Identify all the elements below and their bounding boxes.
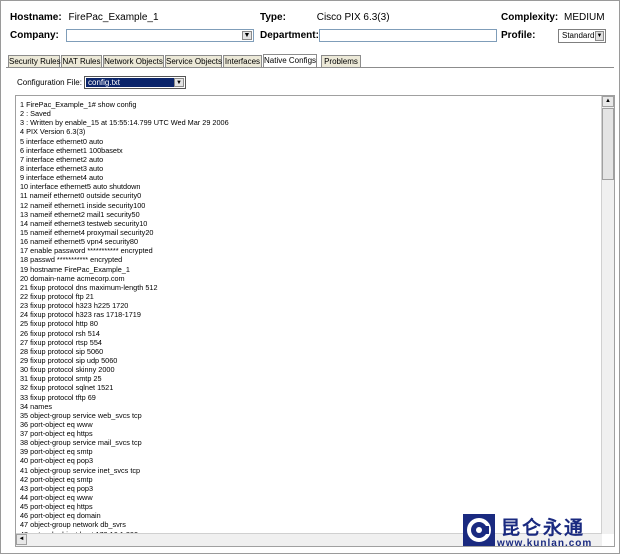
config-line: 13 nameif ethernet2 mail1 security50: [20, 209, 140, 219]
config-line: 44 port-object eq www: [20, 493, 93, 503]
config-line: 4 PIX Version 6.3(3): [20, 127, 86, 137]
config-line: 35 object-group service web_svcs tcp: [20, 410, 142, 420]
config-line: 2 : Saved: [20, 109, 51, 119]
type-label: Type:: [260, 12, 286, 23]
config-line: 25 fixup protocol http 80: [20, 319, 98, 329]
hostname-row: Hostname: FirePac_Example_1: [10, 12, 159, 23]
config-line: 32 fixup protocol sqlnet 1521: [20, 383, 114, 393]
app-window: Hostname: FirePac_Example_1 Type: Cisco …: [0, 0, 620, 554]
config-line: 39 port-object eq smtp: [20, 447, 93, 457]
config-line: 45 port-object eq https: [20, 502, 93, 512]
config-line: 28 fixup protocol sip 5060: [20, 346, 104, 356]
config-line: 30 fixup protocol skinny 2000: [20, 365, 115, 375]
config-file-select[interactable]: config.txt ▼: [84, 76, 186, 89]
profile-value: Standard: [562, 31, 595, 40]
watermark-chinese: 昆仑永通: [501, 517, 586, 539]
profile-label-wrap: Profile:: [501, 30, 535, 41]
config-line: 37 port-object eq https: [20, 429, 93, 439]
config-line: 22 fixup protocol ftp 21: [20, 291, 94, 301]
config-line: 8 interface ethernet3 auto: [20, 163, 104, 173]
config-line: 6 interface ethernet1 100basetx: [20, 145, 123, 155]
config-lines: 1 FirePac_Example_1# show config 2 : Save…: [20, 100, 229, 539]
config-line: 36 port-object eq www: [20, 419, 93, 429]
chevron-down-icon[interactable]: ▼: [595, 31, 604, 41]
config-line: 17 enable password *********** encrypted: [20, 246, 153, 256]
chevron-down-icon[interactable]: ▼: [242, 31, 252, 40]
config-line: 47 object-group network db_svrs: [20, 520, 126, 530]
config-line: 26 fixup protocol rsh 514: [20, 328, 100, 338]
scroll-left-icon[interactable]: ◄: [16, 534, 27, 545]
config-line: 16 nameif ethernet5 vpn4 security80: [20, 237, 139, 247]
company-label: Company:: [10, 30, 59, 41]
tab-label: Network Objects: [104, 57, 163, 66]
complexity-label: Complexity:: [501, 12, 559, 23]
config-line: 31 fixup protocol smtp 25: [20, 374, 102, 384]
config-line: 43 port-object eq pop3: [20, 483, 94, 493]
config-line: 21 fixup protocol dns maximum-length 512: [20, 282, 158, 292]
tab-label: NAT Rules: [62, 57, 101, 66]
config-line: 14 nameif ethernet3 testweb security10: [20, 218, 148, 228]
config-line: 46 port-object eq domain: [20, 511, 101, 521]
config-line: 11 nameif ethernet0 outside security0: [20, 191, 142, 201]
company-label-wrap: Company:: [10, 30, 59, 41]
profile-label: Profile:: [501, 30, 536, 41]
tab-label: Security Rules: [9, 57, 61, 66]
tab-native-configs[interactable]: Native Configs: [263, 54, 317, 68]
type-row: Type: Cisco PIX 6.3(3): [260, 12, 390, 23]
chevron-down-icon[interactable]: ▼: [174, 78, 184, 87]
company-value: [67, 36, 69, 45]
department-label: Department:: [260, 30, 319, 41]
department-field[interactable]: [319, 29, 497, 42]
kunlan-logo-icon: [463, 514, 495, 546]
config-line: 24 fixup protocol h323 ras 1718-1719: [20, 310, 141, 320]
watermark-url: www.kunlan.com: [497, 538, 593, 549]
scroll-up-icon[interactable]: ▲: [602, 96, 614, 107]
config-line: 29 fixup protocol sip udp 5060: [20, 355, 118, 365]
config-line: 15 nameif ethernet4 proxymail security20: [20, 227, 154, 237]
config-line: 23 fixup protocol h323 h225 1720: [20, 301, 129, 311]
tab-label: Native Configs: [264, 56, 317, 65]
company-select[interactable]: ▼: [66, 29, 254, 42]
department-value: [320, 36, 322, 45]
tab-label: Problems: [324, 57, 358, 66]
config-line: 1 FirePac_Example_1# show config: [20, 100, 137, 109]
complexity-row: Complexity: MEDIUM: [501, 12, 605, 23]
config-line: 27 fixup protocol rtsp 554: [20, 337, 102, 347]
scroll-thumb[interactable]: [602, 108, 614, 180]
config-line: 38 object-group service mail_svcs tcp: [20, 438, 142, 448]
config-file-value: config.txt: [86, 78, 174, 87]
vertical-scrollbar[interactable]: ▲: [601, 96, 614, 534]
config-line: 18 passwd *********** encrypted: [20, 255, 123, 265]
config-line: 10 interface ethernet5 auto shutdown: [20, 182, 141, 192]
type-value: Cisco PIX 6.3(3): [316, 12, 390, 23]
department-label-wrap: Department:: [260, 30, 319, 41]
hostname-label: Hostname:: [10, 12, 62, 23]
config-line: 40 port-object eq pop3: [20, 456, 94, 466]
config-line: 34 names: [20, 401, 53, 411]
tab-divider: [6, 67, 614, 68]
config-line: 9 interface ethernet4 auto: [20, 173, 104, 183]
tab-label: Interfaces: [224, 57, 261, 66]
config-line: 41 object-group service inet_svcs tcp: [20, 465, 141, 475]
config-line: 33 fixup protocol tftp 69: [20, 392, 96, 402]
config-line: 12 nameif ethernet1 inside security100: [20, 200, 146, 210]
kunlan-watermark: 昆仑永通 www.kunlan.com: [461, 514, 619, 554]
profile-select[interactable]: Standard ▼: [558, 29, 606, 43]
tab-label: Service Objects: [166, 57, 223, 66]
config-line: 19 hostname FirePac_Example_1: [20, 264, 130, 274]
config-line: 3 : Written by enable_15 at 15:55:14.799…: [20, 118, 229, 128]
config-line: 7 interface ethernet2 auto: [20, 154, 104, 164]
config-line: 42 port-object eq smtp: [20, 474, 93, 484]
config-line: 20 domain-name acmecorp.com: [20, 273, 125, 283]
config-file-label: Configuration File:: [17, 78, 82, 87]
complexity-value: MEDIUM: [564, 12, 605, 23]
config-text-panel[interactable]: 1 FirePac_Example_1# show config 2 : Save…: [15, 95, 615, 547]
hostname-value: FirePac_Example_1: [68, 12, 159, 23]
config-line: 5 interface ethernet0 auto: [20, 136, 104, 146]
